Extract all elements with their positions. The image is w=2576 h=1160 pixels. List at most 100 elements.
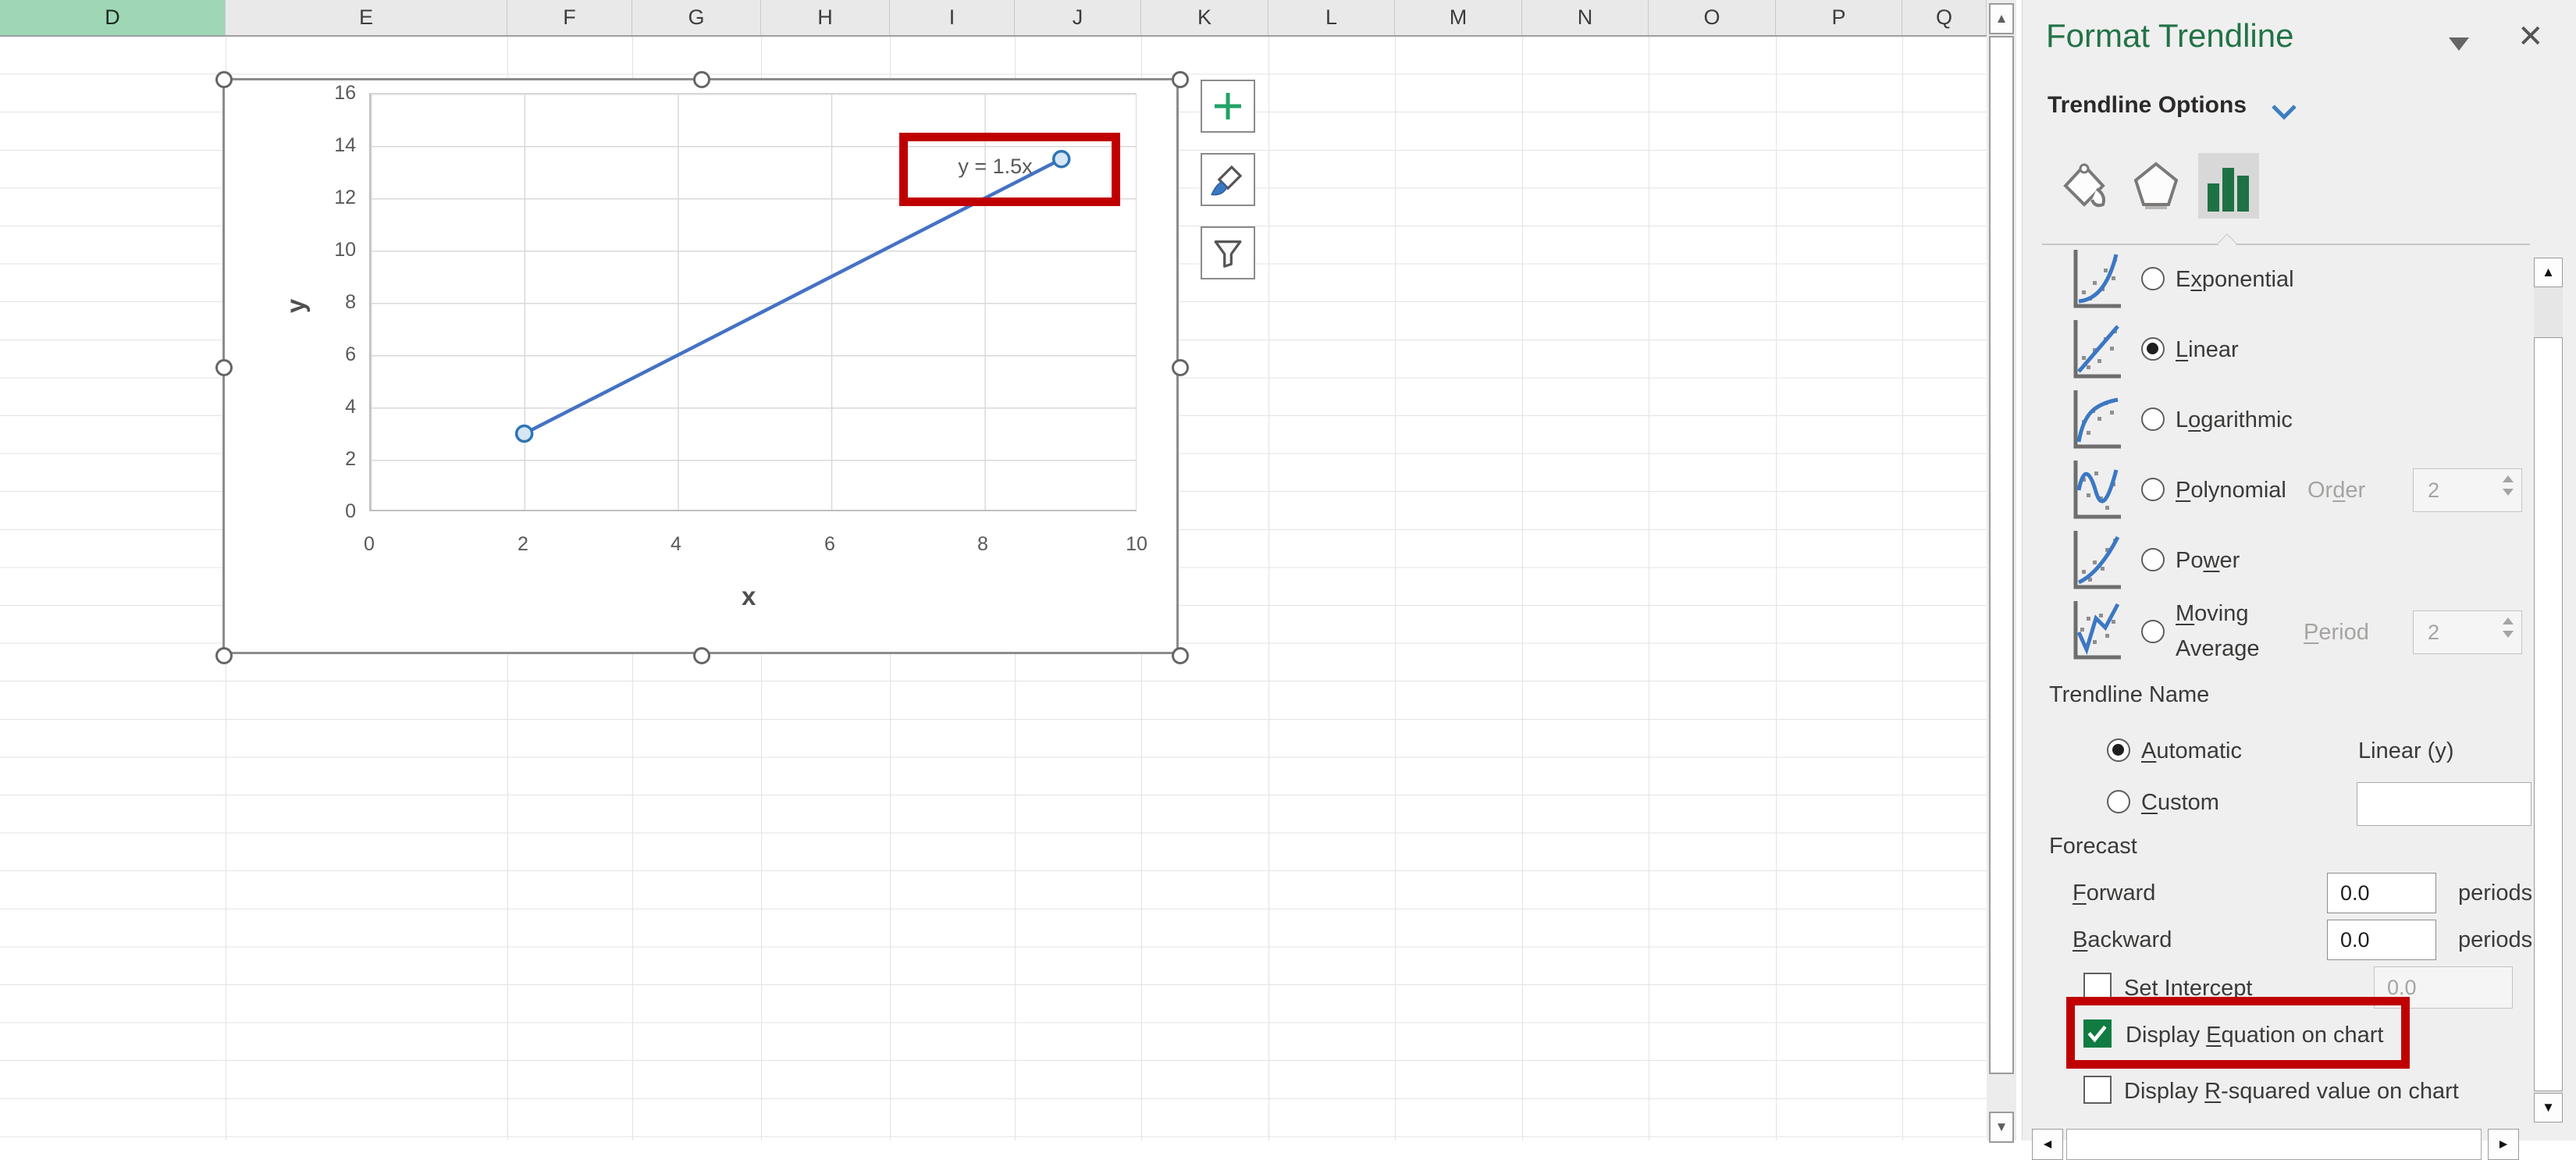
column-header-g[interactable]: G	[632, 0, 761, 35]
column-header-m[interactable]: M	[1395, 0, 1522, 35]
grid-line	[1395, 37, 1396, 1140]
pane-scrollbar-thumb[interactable]	[2534, 337, 2563, 1091]
column-header-l[interactable]: L	[1268, 0, 1395, 35]
chart-styles-button[interactable]	[1201, 153, 1255, 206]
tab-fill-line[interactable]	[2054, 153, 2115, 219]
option-label: Logarithmic	[2176, 407, 2293, 433]
trend-option-polynomial[interactable]: Polynomial Order 2	[2023, 456, 2576, 526]
chart-resize-handle[interactable]	[1172, 647, 1189, 664]
exponential-trend-icon	[2069, 245, 2124, 312]
grid-line	[1776, 37, 1777, 1140]
y-tick: 12	[309, 187, 356, 209]
forward-input[interactable]: 0.0	[2327, 873, 2436, 913]
display-equation-highlight-box	[2066, 997, 2410, 1069]
grid-line	[1522, 37, 1523, 1140]
chart-resize-handle[interactable]	[693, 71, 710, 88]
option-label: Exponential	[2176, 267, 2294, 293]
backward-label: Backward	[2073, 927, 2172, 953]
pane-title: Format Trendline	[2046, 17, 2293, 55]
scrollbar-thumb[interactable]	[1989, 36, 2014, 1074]
chart-resize-handle[interactable]	[1172, 71, 1189, 88]
column-header-i[interactable]: I	[890, 0, 1015, 35]
custom-label[interactable]: Custom	[2141, 790, 2219, 816]
pane-close-icon[interactable]: ✕	[2517, 19, 2544, 55]
column-header-d[interactable]: D	[0, 0, 226, 35]
pane-scroll-down-button[interactable]: ▼	[2534, 1093, 2563, 1123]
y-tick: 14	[309, 134, 356, 157]
pane-scroll-left-button[interactable]: ◄	[2032, 1129, 2063, 1160]
radio-power[interactable]	[2141, 548, 2165, 571]
grid-line	[1902, 37, 1903, 1140]
column-header-n[interactable]: N	[1522, 0, 1649, 35]
section-chevron-down-icon[interactable]	[2271, 103, 2297, 120]
radio-linear[interactable]	[2141, 337, 2165, 361]
scroll-up-button[interactable]: ▲	[1989, 3, 2014, 34]
column-header-h[interactable]: H	[761, 0, 890, 35]
equation-highlight-box	[899, 133, 1120, 206]
data-point-marker[interactable]	[517, 426, 532, 442]
chart-filters-button[interactable]	[1201, 226, 1255, 279]
spinner-arrows-icon[interactable]	[2503, 617, 2514, 638]
custom-name-input[interactable]	[2357, 782, 2532, 826]
forward-label: Forward	[2073, 881, 2155, 906]
order-label: Order	[2307, 478, 2365, 503]
column-header-f[interactable]: F	[507, 0, 632, 35]
option-label: Linear	[2176, 337, 2239, 363]
column-header-o[interactable]: O	[1649, 0, 1776, 35]
column-header-e[interactable]: E	[226, 0, 507, 35]
pane-hscrollbar-track[interactable]	[2066, 1129, 2482, 1160]
sheet-vertical-scrollbar[interactable]: ▲ ▼	[1987, 0, 2016, 1140]
display-r-squared-checkbox[interactable]	[2083, 1076, 2112, 1104]
trend-option-logarithmic[interactable]: Logarithmic	[2023, 386, 2576, 456]
chart-resize-handle[interactable]	[693, 647, 710, 664]
column-header-q[interactable]: Q	[1902, 0, 1987, 35]
automatic-label[interactable]: Automatic	[2141, 738, 2242, 764]
x-tick: 4	[653, 533, 699, 556]
plus-icon	[1212, 91, 1244, 122]
x-axis-title[interactable]: x	[742, 582, 756, 611]
pane-menu-chevron-down-icon[interactable]	[2449, 37, 2469, 51]
tab-trendline-options[interactable]	[2198, 153, 2259, 219]
y-axis-title[interactable]: y	[281, 299, 311, 313]
y-tick: 8	[309, 291, 356, 314]
chart-resize-handle[interactable]	[215, 647, 233, 664]
period-spinner[interactable]: 2	[2413, 610, 2522, 654]
pane-scroll-right-button[interactable]: ►	[2488, 1129, 2519, 1160]
backward-input[interactable]: 0.0	[2327, 920, 2436, 960]
power-trend-icon	[2069, 526, 2124, 593]
forecast-heading: Forecast	[2049, 834, 2137, 859]
chart-resize-handle[interactable]	[215, 359, 233, 376]
spinner-arrows-icon[interactable]	[2503, 475, 2514, 496]
order-spinner[interactable]: 2	[2413, 468, 2522, 512]
trend-option-moving-average[interactable]: Moving Average Period 2	[2023, 587, 2576, 677]
option-label: Moving Average	[2176, 596, 2304, 667]
radio-moving-average[interactable]	[2141, 620, 2165, 643]
chart-resize-handle[interactable]	[215, 71, 233, 88]
period-value: 2	[2428, 621, 2439, 645]
chart-resize-handle[interactable]	[1172, 359, 1189, 376]
tab-effects[interactable]	[2126, 153, 2186, 219]
radio-automatic[interactable]	[2107, 738, 2130, 762]
y-tick: 10	[309, 239, 356, 262]
scroll-down-button[interactable]: ▼	[1989, 1112, 2014, 1143]
radio-custom[interactable]	[2107, 790, 2130, 813]
column-header-k[interactable]: K	[1141, 0, 1268, 35]
chart-elements-button[interactable]	[1201, 80, 1255, 133]
trend-option-power[interactable]: Power	[2023, 526, 2576, 596]
trend-option-linear[interactable]: Linear	[2023, 315, 2576, 386]
column-header-j[interactable]: J	[1015, 0, 1141, 35]
y-tick: 16	[309, 82, 356, 105]
trend-option-exponential[interactable]: Exponential	[2023, 245, 2576, 315]
moving-average-trend-icon	[2069, 596, 2124, 664]
radio-exponential[interactable]	[2141, 267, 2165, 290]
pane-scroll-up-button[interactable]: ▲	[2534, 258, 2563, 287]
column-header-p[interactable]: P	[1776, 0, 1902, 35]
trendline-options-heading[interactable]: Trendline Options	[2048, 92, 2247, 119]
y-tick: 2	[309, 448, 356, 471]
display-r-squared-label: Display R-squared value on chart	[2124, 1079, 2459, 1105]
linear-trend-icon	[2069, 315, 2124, 383]
forward-unit: periods	[2458, 881, 2532, 906]
radio-polynomial[interactable]	[2141, 478, 2165, 501]
period-label: Period	[2304, 620, 2369, 646]
radio-logarithmic[interactable]	[2141, 407, 2165, 431]
